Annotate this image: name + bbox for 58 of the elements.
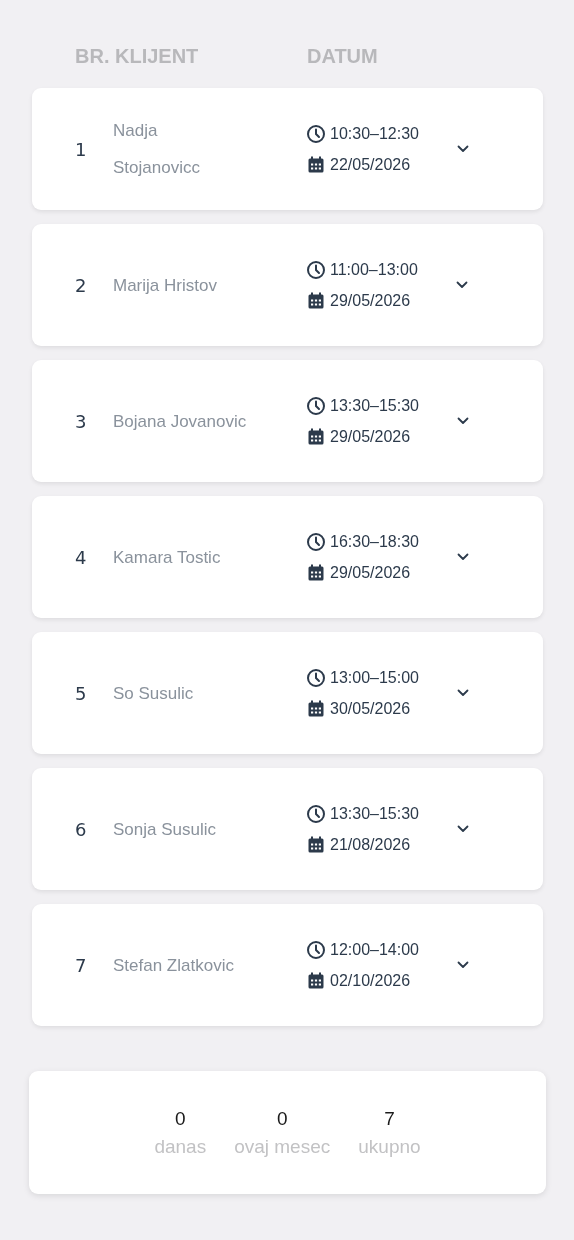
clock-icon xyxy=(306,123,326,144)
appointment-date: 22/05/2026 xyxy=(330,155,411,174)
appointment-date: 29/05/2026 xyxy=(330,427,411,446)
stat-label: ukupno xyxy=(358,1135,421,1158)
client-name: Stefan Zlatkovic xyxy=(113,954,235,977)
row-number: 3 xyxy=(75,410,88,432)
stat-value: 7 xyxy=(384,1107,395,1130)
row-number: 5 xyxy=(75,682,88,704)
calendar-icon xyxy=(306,154,326,175)
client-name: Kamara Tostic xyxy=(113,546,222,569)
row-number: 2 xyxy=(75,274,88,296)
clock-icon xyxy=(306,667,326,688)
clock-icon xyxy=(306,395,326,416)
stat-value: 0 xyxy=(174,1107,186,1130)
calendar-icon xyxy=(306,834,326,855)
client-name: Nadja Stojanovicc xyxy=(113,120,201,179)
column-header: BR. xyxy=(75,44,111,68)
appointment-date: 30/05/2026 xyxy=(330,699,411,718)
time-range: 13:30–15:30 xyxy=(330,396,419,415)
chevron-icon[interactable] xyxy=(457,825,469,833)
chevron-icon[interactable] xyxy=(455,281,468,289)
row-number: 6 xyxy=(75,818,88,840)
clock-icon xyxy=(306,259,326,280)
appointment-date: 02/10/2026 xyxy=(330,971,411,990)
appointment-date: 29/05/2026 xyxy=(330,291,411,310)
calendar-icon xyxy=(306,426,326,447)
time-range: 12:00–14:00 xyxy=(330,940,419,959)
stat-value: 0 xyxy=(276,1107,288,1130)
client-name: So Susulic xyxy=(113,682,195,705)
clock-icon xyxy=(306,531,326,552)
row-number: 1 xyxy=(75,138,88,160)
time-range: 13:00–15:00 xyxy=(330,668,419,687)
chevron-icon[interactable] xyxy=(457,553,469,561)
client-name: Marija Hristov xyxy=(113,274,218,297)
appointment-date: 21/08/2026 xyxy=(330,835,411,854)
chevron-icon[interactable] xyxy=(457,417,469,425)
calendar-icon xyxy=(306,562,326,583)
time-range: 10:30–12:30 xyxy=(330,124,419,143)
client-name: Sonja Susulic xyxy=(113,818,217,841)
time-range: 13:30–15:30 xyxy=(330,804,419,823)
clock-icon xyxy=(306,803,326,824)
row-number: 7 xyxy=(75,954,88,976)
chevron-icon[interactable] xyxy=(457,961,469,969)
stat-label: ovaj mesec xyxy=(234,1135,331,1158)
stat-label: danas xyxy=(154,1135,207,1158)
calendar-icon xyxy=(306,290,326,311)
time-range: 16:30–18:30 xyxy=(330,532,419,551)
row-number: 4 xyxy=(75,546,88,568)
time-range: 11:00–13:00 xyxy=(330,260,418,279)
calendar-icon xyxy=(306,698,326,719)
appointment-date: 29/05/2026 xyxy=(330,563,411,582)
calendar-icon xyxy=(306,970,326,991)
chevron-icon[interactable] xyxy=(457,689,469,697)
chevron-icon[interactable] xyxy=(457,145,469,153)
column-header: KLIJENT xyxy=(115,44,200,68)
clock-icon xyxy=(306,939,326,960)
column-header: DATUM xyxy=(307,44,378,68)
client-name: Bojana Jovanovic xyxy=(113,410,248,433)
